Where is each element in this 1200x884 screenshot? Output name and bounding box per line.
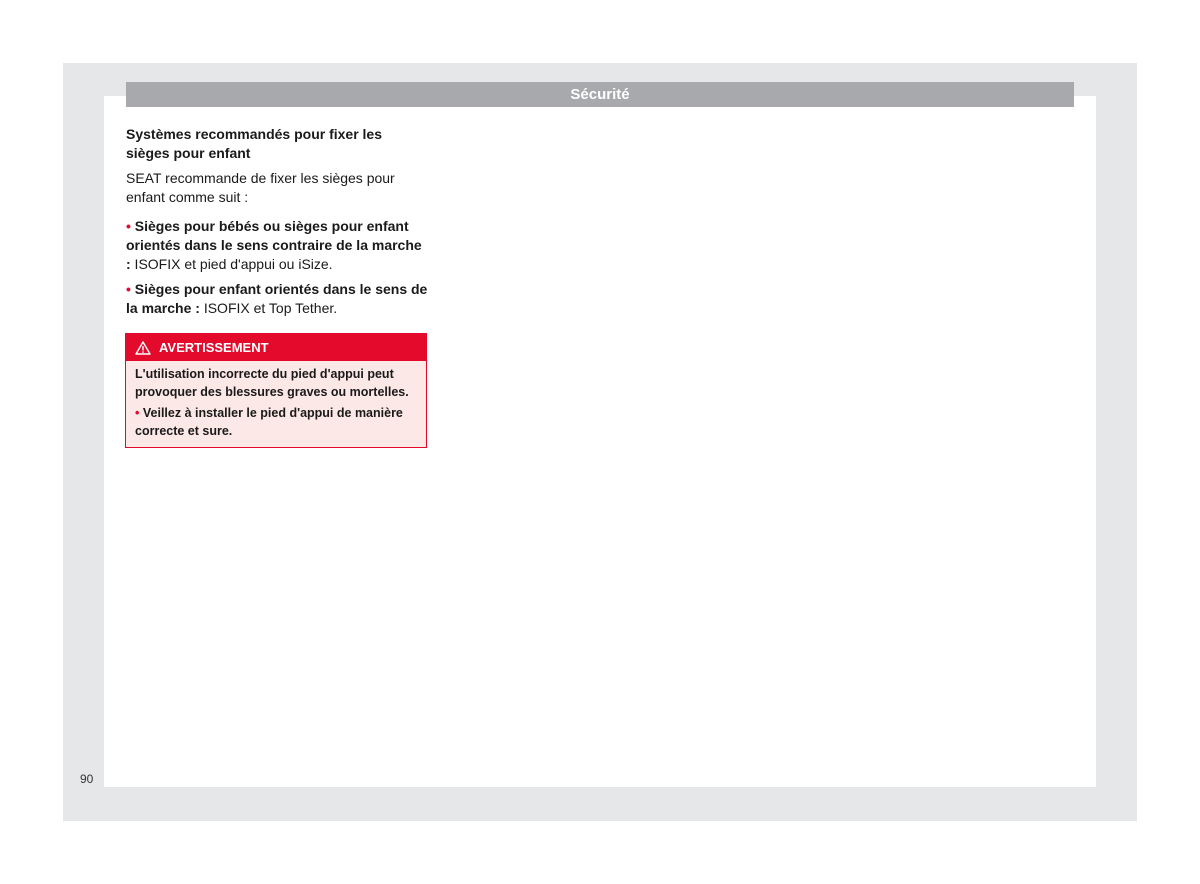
bullet-icon: • xyxy=(135,406,140,420)
warning-text: L'utilisation incorrecte du pied d'appui… xyxy=(135,367,409,399)
section-intro: SEAT recommande de fixer les sièges pour… xyxy=(126,170,395,205)
warning-body: L'utilisation incorrecte du pied d'appui… xyxy=(126,361,426,447)
warning-triangle-icon xyxy=(135,340,151,355)
warning-list-item-text: Veillez à installer le pied d'appui de m… xyxy=(135,406,403,438)
bullet-icon: • xyxy=(126,218,131,234)
warning-header: AVERTISSEMENT xyxy=(126,334,426,361)
list-item: • Sièges pour bébés ou sièges pour enfan… xyxy=(126,217,428,274)
bullet-icon: • xyxy=(126,281,131,297)
list-item: • Sièges pour enfant orientés dans le se… xyxy=(126,280,428,318)
warning-box: AVERTISSEMENT L'utilisation incorrecte d… xyxy=(125,333,427,448)
chapter-header: Sécurité xyxy=(126,82,1074,107)
list-item-text: ISOFIX et Top Tether. xyxy=(199,300,338,316)
main-column: Systèmes recommandés pour fixer les sièg… xyxy=(126,125,428,324)
list-item-text: ISOFIX et pied d'appui ou iSize. xyxy=(130,256,333,272)
warning-title: AVERTISSEMENT xyxy=(159,340,269,355)
warning-list-item: • Veillez à installer le pied d'appui de… xyxy=(135,404,418,440)
section-title: Systèmes recommandés pour fixer les sièg… xyxy=(126,126,383,161)
page-number: 90 xyxy=(80,772,94,786)
